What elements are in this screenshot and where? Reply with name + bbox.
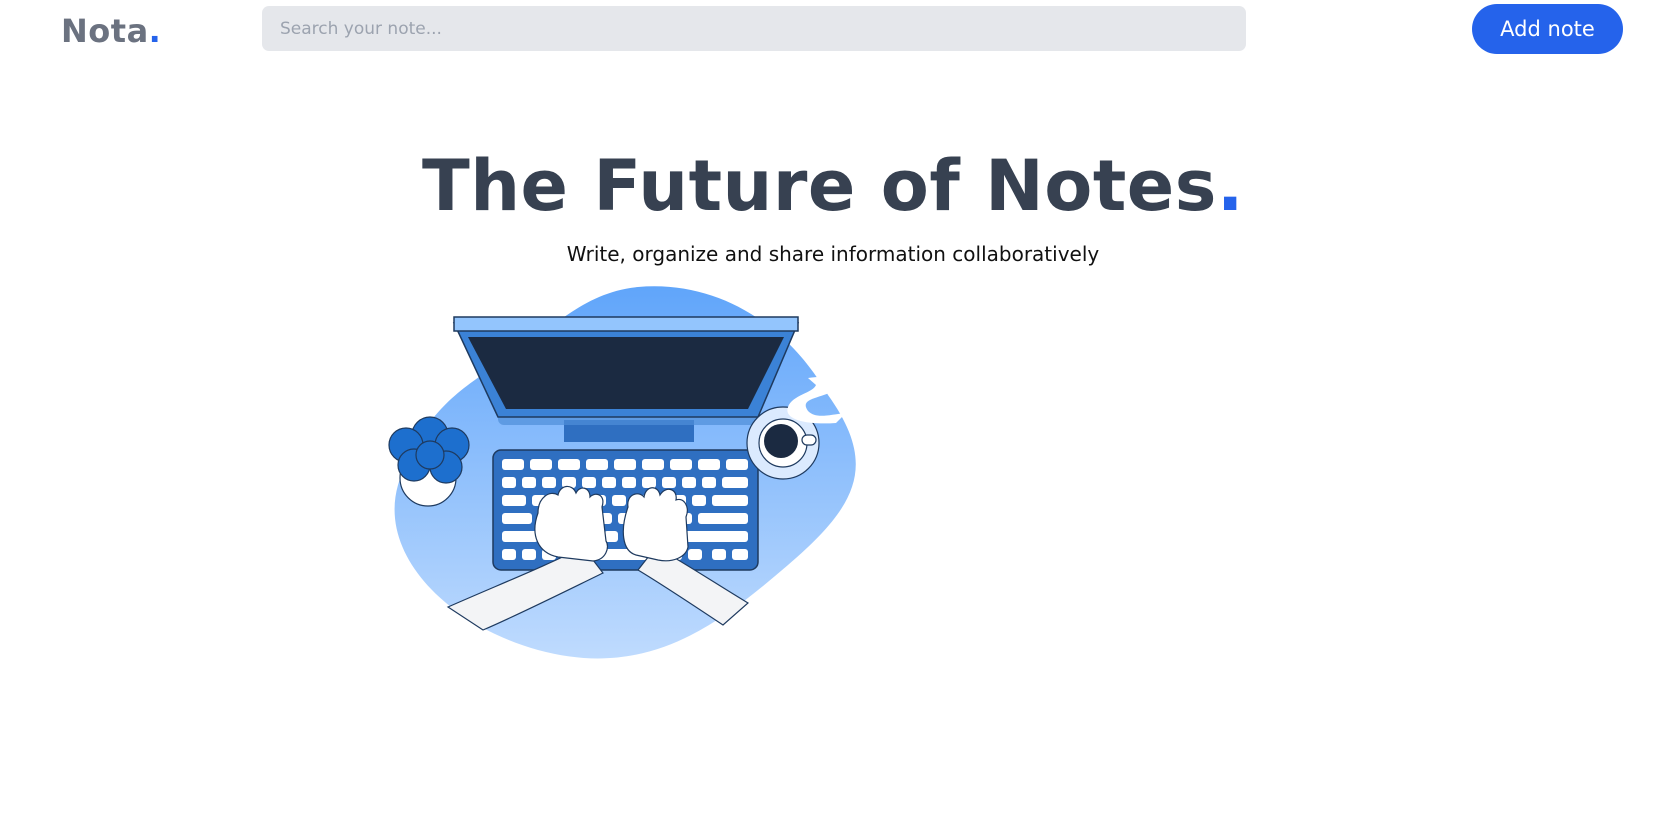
monitor-screen — [468, 337, 784, 409]
hero-title-dot: . — [1216, 145, 1245, 227]
hero-title: The Future of Notes. — [0, 145, 1666, 227]
desk-typing-illustration — [388, 286, 856, 659]
logo-text: Nota — [61, 12, 149, 50]
logo[interactable]: Nota. — [61, 12, 161, 50]
search-input[interactable] — [262, 6, 1246, 51]
add-note-button[interactable]: Add note — [1472, 4, 1623, 54]
coffee-cup — [764, 424, 798, 458]
top-navbar: Nota. Add note — [0, 0, 1666, 60]
left-hand — [534, 485, 609, 562]
hero-title-text: The Future of Notes — [421, 145, 1217, 227]
logo-dot: . — [148, 12, 162, 50]
hero-subtitle: Write, organize and share information co… — [566, 242, 1100, 266]
